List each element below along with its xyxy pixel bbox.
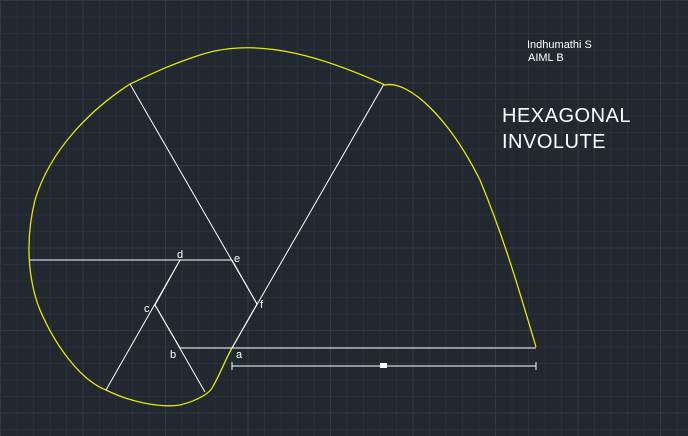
author-name: Indhumathi S	[527, 39, 592, 51]
title-line-2: INVOLUTE	[502, 131, 606, 153]
background-grid	[0, 0, 688, 436]
tangent-line-f	[231, 83, 385, 349]
title-line-1: HEXAGONAL	[502, 105, 631, 127]
point-label-a: a	[236, 349, 243, 361]
point-label-e: e	[234, 253, 240, 265]
grip-marker[interactable]	[380, 363, 387, 368]
cad-drawing-canvas[interactable]: a b c d e f Indhumathi S AIML B HEXAGONA…	[0, 0, 688, 436]
point-label-f: f	[260, 299, 264, 311]
point-label-d: d	[177, 249, 183, 261]
involute-curve	[28, 47, 537, 407]
tangent-line-b	[105, 259, 181, 391]
point-label-c: c	[144, 303, 150, 315]
author-class: AIML B	[528, 52, 564, 64]
point-label-b: b	[170, 349, 176, 361]
